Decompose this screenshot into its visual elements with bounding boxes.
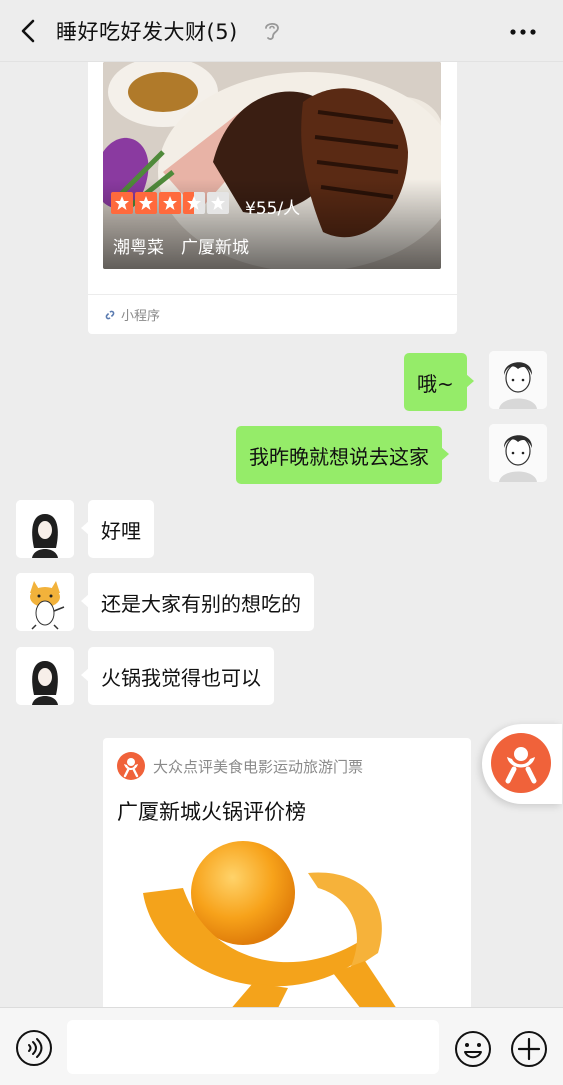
earpiece-mode-icon — [265, 22, 279, 40]
price-per-person: ¥55/人 — [245, 199, 301, 219]
mini-program-label: 小程序 — [121, 309, 161, 324]
restaurant-photo: ¥55/人 潮粤菜 广厦新城 — [103, 62, 441, 269]
plus-more-icon[interactable] — [509, 1029, 549, 1069]
star-full-icon — [111, 192, 133, 214]
star-empty-icon — [207, 192, 229, 214]
dianping-share-card[interactable]: 大众点评美食电影运动旅游门票 广厦新城火锅评价榜 — [103, 738, 471, 1007]
back-arrow-icon[interactable] — [14, 16, 42, 46]
self-avatar[interactable] — [489, 351, 547, 409]
message-bubble-received[interactable]: 火锅我觉得也可以 — [81, 647, 274, 705]
member-avatar-girl[interactable] — [16, 647, 74, 705]
rating-stars — [111, 192, 229, 214]
share-source-label: 大众点评美食电影运动旅游门票 — [153, 757, 364, 776]
star-full-icon — [135, 192, 157, 214]
self-avatar[interactable] — [489, 424, 547, 482]
dianping-floating-button[interactable] — [482, 724, 562, 804]
chat-title: 睡好吃好发大财(5) — [56, 20, 238, 44]
message-bubble-received[interactable]: 好哩 — [81, 500, 154, 558]
dianping-logo-icon — [117, 752, 145, 780]
star-full-icon — [159, 192, 181, 214]
star-half-icon — [183, 192, 205, 214]
message-bubble-sent[interactable]: 我昨晚就想说去这家 — [236, 426, 449, 484]
share-card-title: 广厦新城火锅评价榜 — [117, 800, 306, 824]
mini-program-card[interactable]: ¥55/人 潮粤菜 广厦新城 小程序 — [88, 62, 457, 334]
member-avatar-girl[interactable] — [16, 500, 74, 558]
dianping-big-logo-icon — [143, 841, 396, 1007]
member-avatar-cat[interactable] — [16, 573, 74, 631]
voice-input-icon[interactable] — [15, 1029, 53, 1067]
message-bubble-received[interactable]: 还是大家有别的想吃的 — [81, 573, 314, 631]
message-input-field[interactable] — [67, 1020, 439, 1074]
chat-header: 睡好吃好发大财(5) — [0, 0, 563, 62]
share-source: 大众点评美食电影运动旅游门票 — [117, 752, 363, 780]
dianping-badge-icon — [491, 733, 551, 793]
message-bubble-sent[interactable]: 哦~ — [404, 353, 474, 411]
mini-program-footer: 小程序 — [88, 294, 457, 334]
more-options-icon[interactable] — [506, 22, 540, 42]
chat-input-bar — [0, 1007, 563, 1085]
emoji-icon[interactable] — [453, 1029, 493, 1069]
chat-message-list[interactable]: ¥55/人 潮粤菜 广厦新城 小程序 哦~ 我昨晚就想说去这家 好哩 还是大家有… — [0, 62, 563, 1007]
mini-program-link-icon — [105, 310, 115, 319]
restaurant-tags: 潮粤菜 广厦新城 — [113, 238, 249, 258]
